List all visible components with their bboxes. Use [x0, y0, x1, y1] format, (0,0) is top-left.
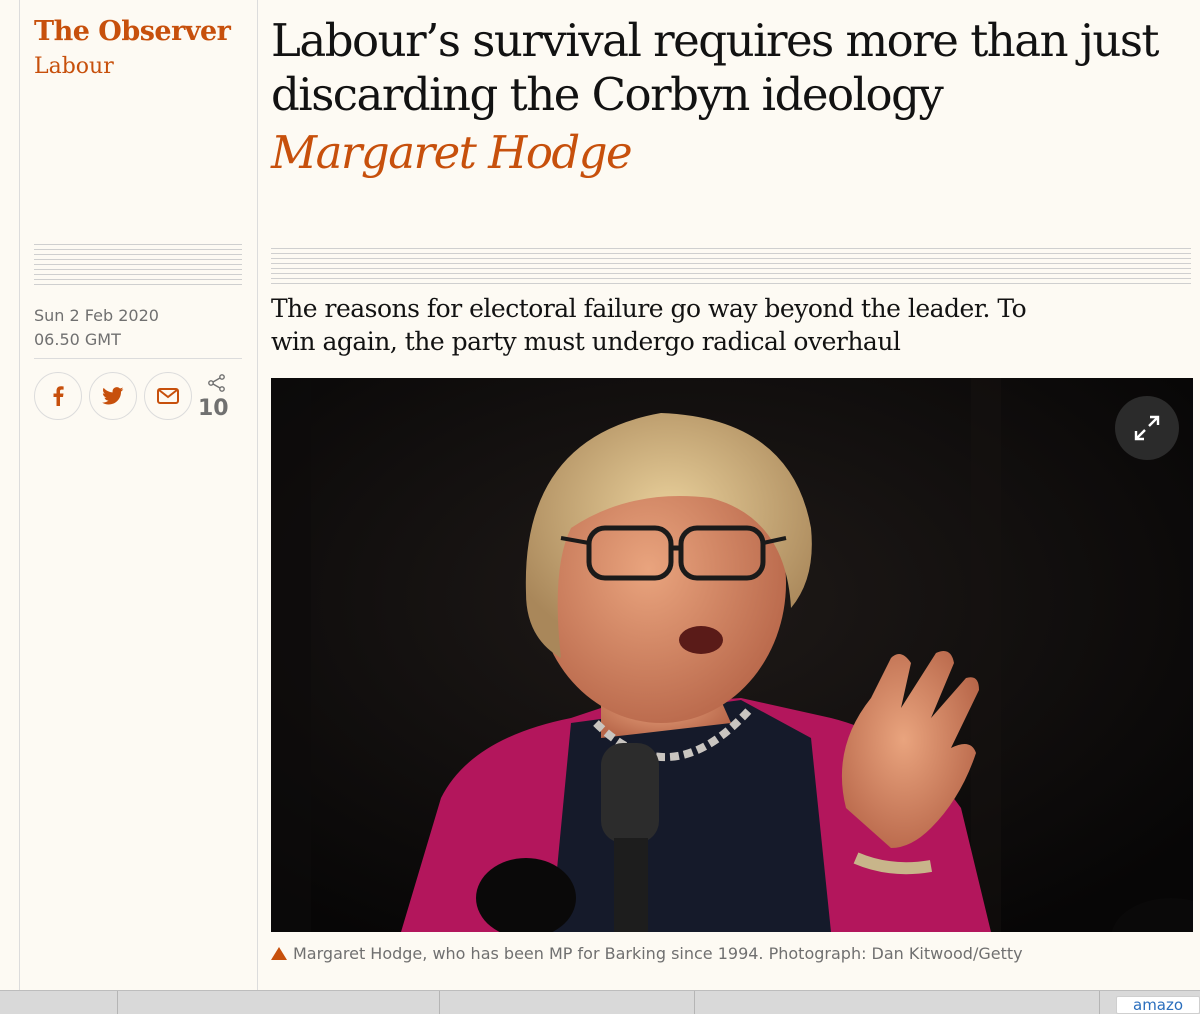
share-count: 10 [198, 396, 229, 421]
image-caption-text: Margaret Hodge, who has been MP for Bark… [293, 944, 1023, 963]
bookmark-amazon[interactable]: amazo [1116, 996, 1200, 1014]
article-page: The Observer Labour Sun 2 Feb 2020 06.50… [0, 0, 1200, 990]
article-headline: Labour’s survival requires more than jus… [271, 14, 1160, 121]
bookmark-segment[interactable] [440, 991, 695, 1014]
expand-image-button[interactable] [1115, 396, 1179, 460]
left-rule [19, 0, 20, 990]
twitter-share-button[interactable] [89, 372, 137, 420]
share-icon [208, 374, 225, 392]
browser-bookmark-bar [0, 990, 1200, 1014]
publish-date-day: Sun 2 Feb 2020 [34, 306, 159, 325]
facebook-share-button[interactable] [34, 372, 82, 420]
author-byline[interactable]: Margaret Hodge [271, 126, 633, 180]
bookmark-amazon-label: amazo [1133, 996, 1184, 1014]
bookmark-segment[interactable] [0, 991, 118, 1014]
facebook-icon [53, 386, 64, 406]
publication-name[interactable]: The Observer [34, 16, 231, 47]
bookmark-segment[interactable] [695, 991, 1100, 1014]
email-icon [157, 388, 179, 404]
photo-illustration [271, 378, 1193, 932]
image-caption: Margaret Hodge, who has been MP for Bark… [271, 944, 1023, 963]
decorative-lines [34, 244, 242, 288]
meta-divider [34, 358, 242, 359]
article-standfirst: The reasons for electoral failure go way… [271, 294, 1027, 356]
bookmark-segment[interactable] [118, 991, 440, 1014]
caption-triangle-icon [271, 947, 287, 960]
section-link[interactable]: Labour [34, 54, 114, 79]
publish-date-time: 06.50 GMT [34, 330, 121, 349]
twitter-icon [102, 387, 124, 405]
publish-date: Sun 2 Feb 2020 06.50 GMT [34, 304, 159, 352]
decorative-lines-main [271, 248, 1191, 288]
article-photo [271, 378, 1193, 932]
expand-icon [1134, 415, 1160, 441]
column-rule [257, 0, 258, 990]
email-share-button[interactable] [144, 372, 192, 420]
